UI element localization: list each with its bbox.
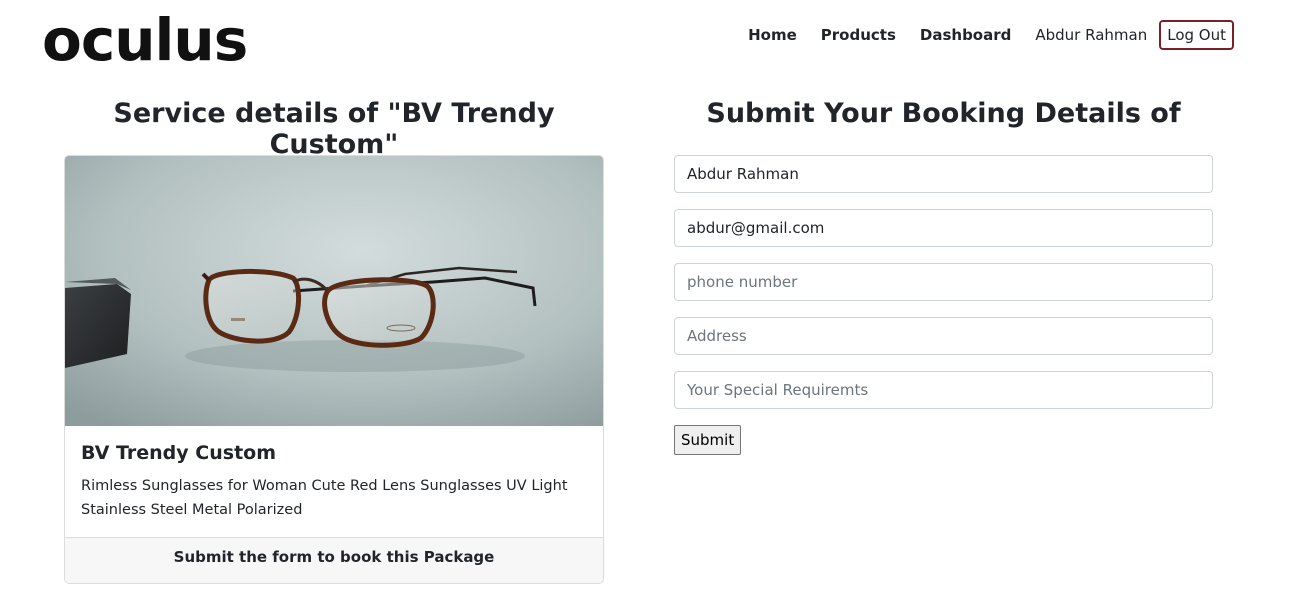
product-description: Rimless Sunglasses for Woman Cute Red Le… xyxy=(81,478,568,518)
requirements-field[interactable] xyxy=(674,371,1213,409)
card-footer: Submit the form to book this Package xyxy=(65,537,603,583)
logout-button[interactable]: Log Out xyxy=(1159,20,1234,50)
nav-products-link[interactable]: Products xyxy=(821,26,896,44)
top-nav: Home Products Dashboard Abdur Rahman Log… xyxy=(724,20,1234,50)
booking-heading: Submit Your Booking Details of xyxy=(706,98,1181,129)
service-details-heading: Service details of "BV Trendy Custom" xyxy=(113,98,555,160)
nav-home-link[interactable]: Home xyxy=(748,26,797,44)
brand-logo[interactable]: oculus xyxy=(42,8,248,72)
phone-field[interactable] xyxy=(674,263,1213,301)
product-image xyxy=(65,156,603,426)
email-field[interactable] xyxy=(674,209,1213,247)
card-body: BV Trendy Custom Rimless Sunglasses for … xyxy=(65,426,603,538)
booking-form: Submit xyxy=(674,155,1213,455)
name-field[interactable] xyxy=(674,155,1213,193)
nav-dashboard-link[interactable]: Dashboard xyxy=(920,26,1011,44)
product-card: BV Trendy Custom Rimless Sunglasses for … xyxy=(64,155,604,584)
address-field[interactable] xyxy=(674,317,1213,355)
submit-button[interactable]: Submit xyxy=(674,425,742,455)
user-name: Abdur Rahman xyxy=(1035,26,1148,44)
product-title: BV Trendy Custom xyxy=(81,442,277,464)
